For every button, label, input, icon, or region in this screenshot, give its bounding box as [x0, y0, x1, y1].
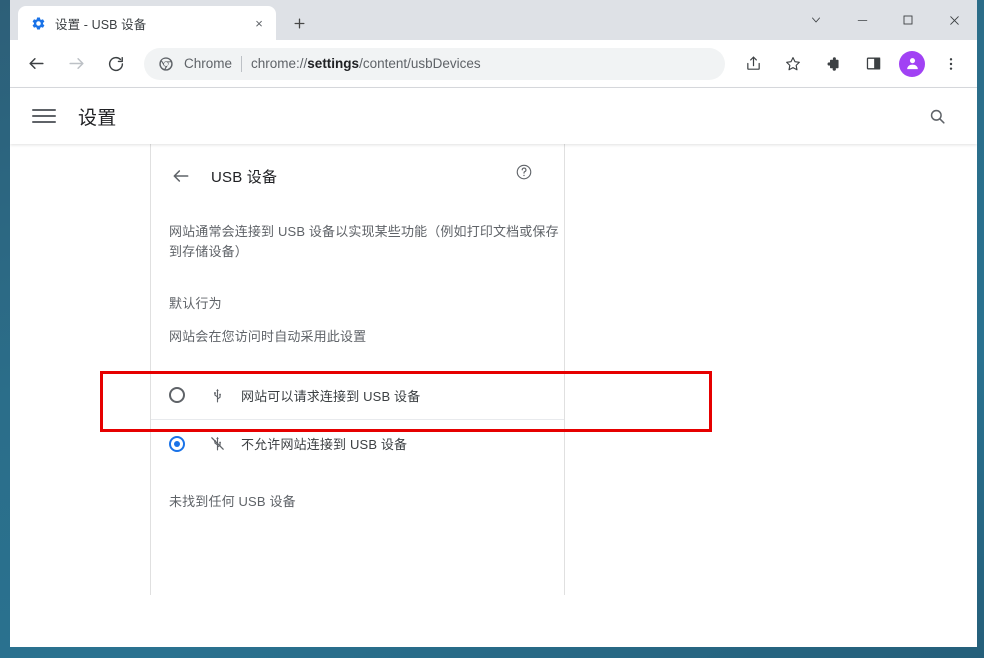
radio-option-ask[interactable]: 网站可以请求连接到 USB 设备: [151, 371, 564, 419]
back-arrow-icon[interactable]: [169, 164, 193, 188]
browser-tab[interactable]: 设置 - USB 设备 ×: [18, 6, 276, 40]
browser-toolbar: Chrome chrome://settings/content/usbDevi…: [10, 40, 977, 88]
radio-label-ask: 网站可以请求连接到 USB 设备: [241, 388, 421, 404]
screen: 设置 - USB 设备 × Chrome chrome://settings/c…: [0, 0, 984, 658]
default-behavior-subtitle: 网站会在您访问时自动采用此设置: [169, 329, 367, 344]
window-controls: [793, 0, 977, 40]
gear-icon: [30, 15, 46, 31]
forward-arrow-icon[interactable]: [60, 48, 92, 80]
star-icon[interactable]: [777, 48, 809, 80]
settings-page-title: 设置: [78, 107, 117, 129]
settings-header: 设置: [10, 88, 977, 144]
omnibox-scheme-label: Chrome: [184, 56, 233, 71]
empty-state-text: 未找到任何 USB 设备: [169, 494, 296, 509]
tab-close-icon[interactable]: ×: [250, 14, 268, 32]
omnibox-divider: [241, 55, 243, 72]
card-header: USB 设备: [151, 144, 564, 188]
radio-button-unselected[interactable]: [169, 387, 185, 403]
settings-sidebar: [10, 144, 151, 595]
chrome-logo-icon: [158, 56, 174, 72]
browser-window: 设置 - USB 设备 × Chrome chrome://settings/c…: [10, 0, 977, 647]
back-arrow-icon[interactable]: [20, 48, 52, 80]
hamburger-menu-icon[interactable]: [32, 104, 56, 128]
puzzle-icon[interactable]: [817, 48, 849, 80]
default-behavior-heading: 默认行为: [169, 296, 222, 311]
avatar[interactable]: [899, 50, 925, 77]
reload-icon[interactable]: [100, 48, 132, 80]
url-bold-part: settings: [307, 56, 360, 71]
radio-button-selected[interactable]: [169, 435, 185, 452]
omnibox-url: chrome://settings/content/usbDevices: [251, 56, 481, 71]
default-behavior-radio-group: 网站可以请求连接到 USB 设备 不允许网站连接到 USB 设备: [151, 371, 564, 467]
radio-label-block: 不允许网站连接到 USB 设备: [241, 437, 408, 452]
usb-off-icon: [207, 434, 227, 454]
page-title: USB 设备: [211, 168, 278, 186]
maximize-icon[interactable]: [885, 0, 931, 40]
page-description: 网站通常会连接到 USB 设备以实现某些功能（例如打印文档或保存到存储设备）: [169, 224, 559, 259]
tab-title: 设置 - USB 设备: [55, 17, 147, 32]
settings-body: USB 设备 网站通常会连接到 USB 设备以实现某些功能（例如打印文档或保存到…: [10, 144, 977, 595]
minimize-icon[interactable]: [839, 0, 885, 40]
tab-search-icon[interactable]: [793, 0, 839, 40]
usb-icon: [207, 385, 227, 405]
close-icon[interactable]: [931, 0, 977, 40]
url-prefix: chrome://: [251, 56, 308, 71]
url-suffix: /content/usbDevices: [359, 56, 481, 71]
share-icon[interactable]: [737, 48, 769, 80]
three-dot-menu-icon[interactable]: [935, 48, 967, 80]
radio-option-block[interactable]: 不允许网站连接到 USB 设备: [151, 419, 564, 467]
address-bar[interactable]: Chrome chrome://settings/content/usbDevi…: [144, 47, 725, 80]
tab-strip: 设置 - USB 设备 ×: [10, 0, 977, 40]
usb-devices-card: USB 设备 网站通常会连接到 USB 设备以实现某些功能（例如打印文档或保存到…: [151, 144, 564, 595]
new-tab-button[interactable]: [285, 9, 313, 37]
settings-right-gutter: [563, 144, 977, 595]
help-icon[interactable]: [514, 162, 534, 182]
search-icon[interactable]: [919, 98, 955, 134]
side-panel-icon[interactable]: [857, 48, 889, 80]
